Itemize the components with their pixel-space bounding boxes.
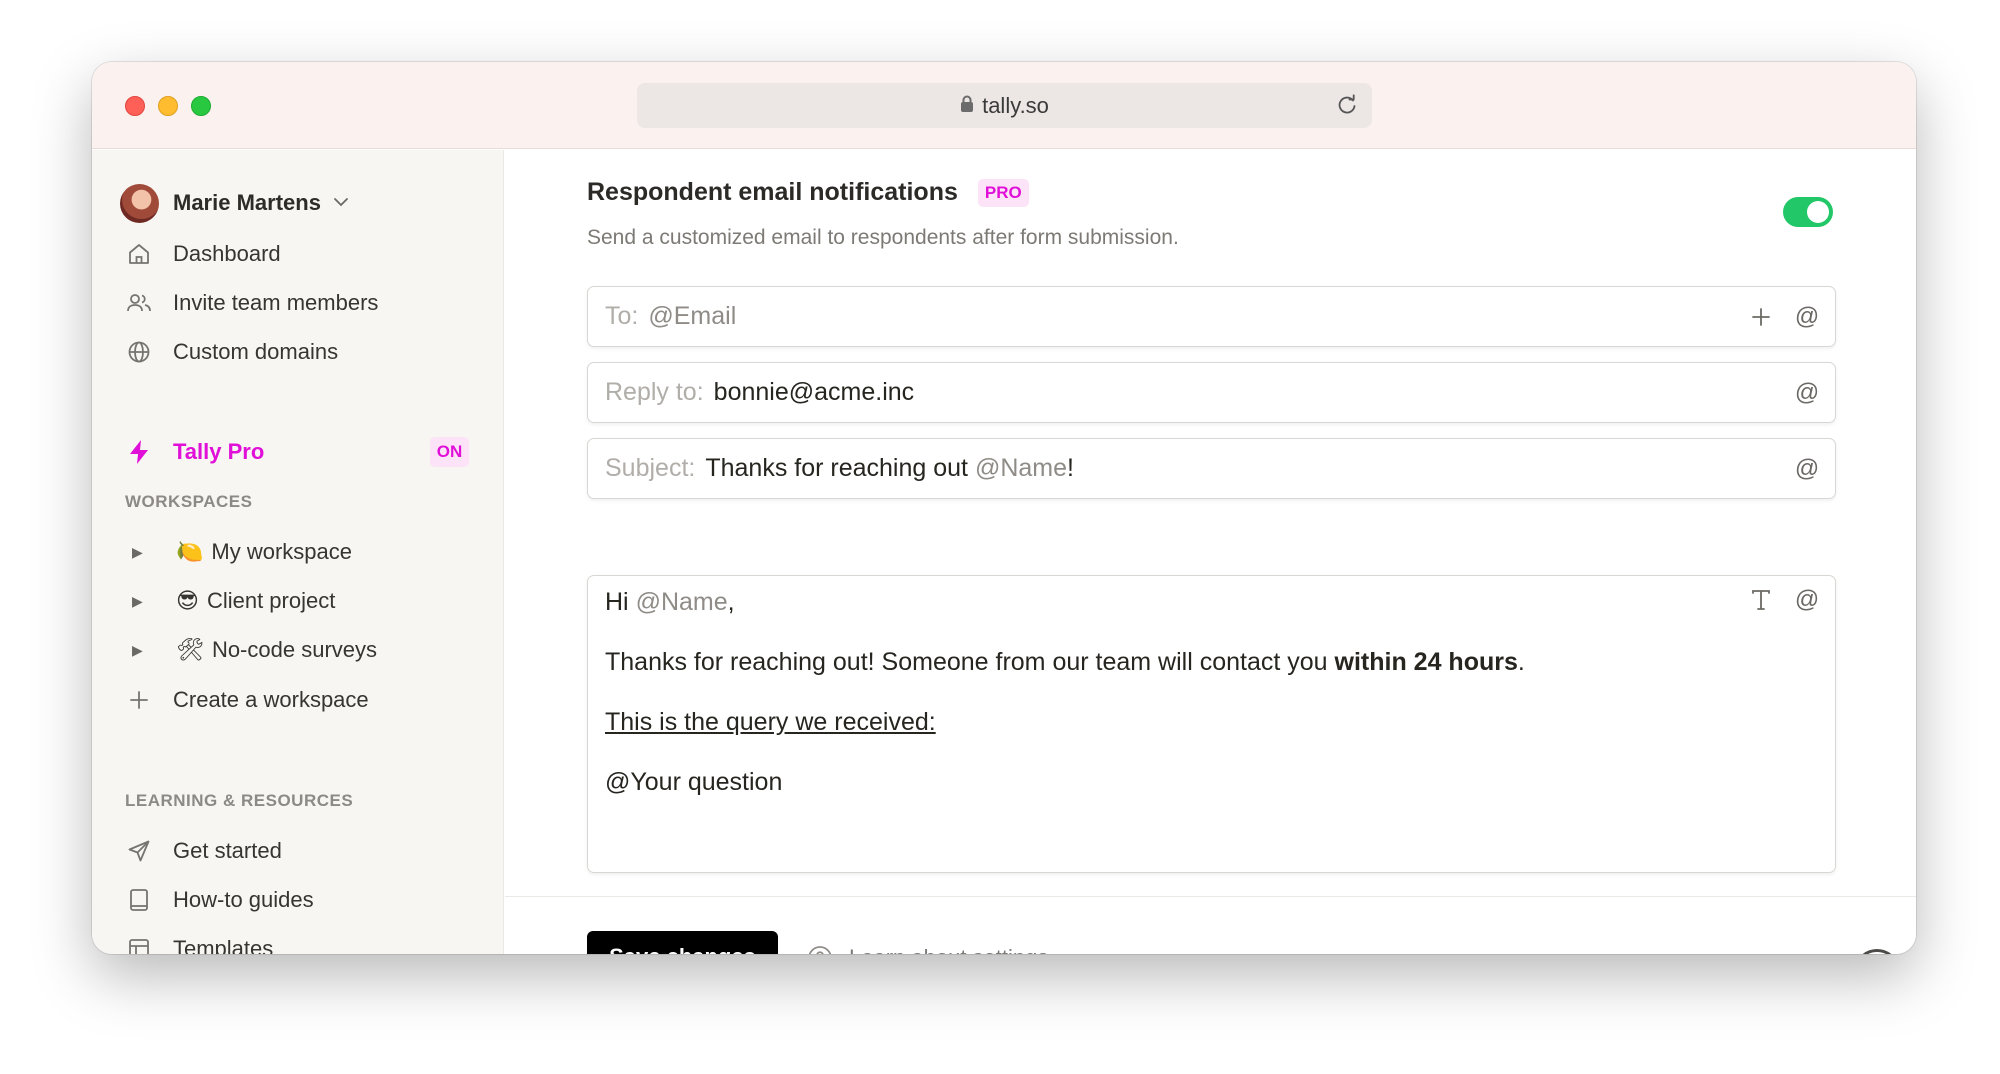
- mention-icon[interactable]: @: [1793, 586, 1821, 614]
- sidebar-item-guides[interactable]: How-to guides: [125, 882, 314, 918]
- body-greeting: Hi @Name,: [605, 588, 735, 617]
- text-format-icon[interactable]: [1747, 586, 1775, 614]
- sidebar: Marie Martens Dashboard Invite team memb…: [92, 150, 504, 954]
- sidebar-item-label: Get started: [173, 838, 282, 863]
- mention-icon[interactable]: @: [1793, 303, 1821, 331]
- chevron-down-icon: [333, 194, 349, 212]
- mention-icon[interactable]: @: [1793, 455, 1821, 483]
- maximize-window-button[interactable]: [191, 96, 211, 116]
- sidebar-item-invite[interactable]: Invite team members: [125, 285, 378, 321]
- titlebar: tally.so: [92, 62, 1916, 149]
- pro-badge: PRO: [977, 178, 1029, 207]
- save-button[interactable]: Save changes: [587, 931, 778, 954]
- settings-description: Send a customized email to respondents a…: [587, 226, 1179, 249]
- sidebar-item-domains[interactable]: Custom domains: [125, 334, 338, 370]
- body-line-1: Thanks for reaching out! Someone from ou…: [605, 648, 1525, 677]
- sidebar-item-label: Tally Pro: [173, 439, 265, 464]
- book-icon: [125, 886, 153, 914]
- help-circle-icon: [808, 946, 832, 954]
- minimize-window-button[interactable]: [158, 96, 178, 116]
- home-icon: [125, 240, 153, 268]
- to-label: To:: [605, 302, 639, 330]
- reply-to-field[interactable]: Reply to: bonnie@acme.inc @: [587, 362, 1836, 423]
- to-field[interactable]: To: @Email @: [587, 286, 1836, 347]
- line1-text: Thanks for reaching out! Someone from ou…: [605, 648, 1335, 676]
- reply-to-value: bonnie@acme.inc: [713, 378, 915, 406]
- tools-emoji: 🛠: [176, 637, 204, 662]
- greeting-suffix: ,: [727, 588, 735, 616]
- user-name: Marie Martens: [173, 190, 321, 215]
- subject-mention: @Name: [974, 454, 1068, 482]
- workspace-label: My workspace: [211, 539, 352, 564]
- sidebar-item-label: Dashboard: [173, 241, 281, 266]
- caret-right-icon[interactable]: ▶: [132, 593, 146, 610]
- email-body-editor[interactable]: Hi @Name, Thanks for reaching out! Someo…: [587, 575, 1836, 873]
- greeting-mention: @Name: [635, 588, 728, 616]
- learn-settings-link[interactable]: Learn about settings: [807, 943, 1048, 954]
- learn-settings-label: Learn about settings: [849, 945, 1048, 954]
- sidebar-item-get-started[interactable]: Get started: [125, 833, 282, 869]
- settings-panel: Respondent email notifications PRO Send …: [505, 150, 1916, 954]
- caret-right-icon[interactable]: ▶: [132, 544, 146, 561]
- reload-icon[interactable]: [1336, 94, 1358, 121]
- lock-icon: [960, 93, 982, 119]
- create-workspace-button[interactable]: Create a workspace: [125, 682, 369, 718]
- workspace-item[interactable]: ▶ 🍋 My workspace: [132, 534, 352, 570]
- browser-window: tally.so Marie Martens Dashboard Invite …: [92, 62, 1916, 954]
- send-icon: [125, 837, 153, 865]
- sidebar-item-label: How-to guides: [173, 887, 314, 912]
- line1-bold: within 24 hours: [1334, 648, 1518, 676]
- body-line-2: This is the query we received:: [605, 708, 936, 737]
- workspace-item[interactable]: ▶ 😎 Client project: [132, 583, 335, 619]
- status-badge: ON: [430, 437, 469, 467]
- lemon-emoji: 🍋: [176, 539, 204, 564]
- create-workspace-label: Create a workspace: [173, 687, 369, 712]
- mention-icon[interactable]: @: [1793, 379, 1821, 407]
- user-menu[interactable]: Marie Martens: [120, 183, 349, 223]
- plus-icon: [125, 686, 153, 714]
- sidebar-item-dashboard[interactable]: Dashboard: [125, 236, 281, 272]
- users-icon: [125, 289, 153, 317]
- body-line-3: @Your question: [605, 768, 783, 796]
- resources-heading: LEARNING & RESOURCES: [125, 791, 354, 810]
- subject-label: Subject:: [605, 454, 696, 482]
- workspace-label: Client project: [206, 588, 336, 613]
- workspace-item[interactable]: ▶ 🛠 No-code surveys: [132, 632, 377, 668]
- sidebar-item-label: Templates: [173, 936, 274, 954]
- footer-bar: Save changes Learn about settings ?: [505, 896, 1916, 954]
- template-icon: [125, 935, 153, 954]
- close-window-button[interactable]: [125, 96, 145, 116]
- help-button[interactable]: ?: [1854, 949, 1900, 954]
- notifications-toggle[interactable]: [1783, 197, 1833, 227]
- sidebar-item-tally-pro[interactable]: Tally Pro: [125, 434, 264, 470]
- page-title: Respondent email notifications: [587, 178, 958, 206]
- subject-suffix: !: [1067, 454, 1074, 482]
- toggle-knob: [1807, 201, 1829, 223]
- lightning-icon: [125, 438, 153, 466]
- sidebar-item-templates[interactable]: Templates: [125, 931, 273, 954]
- globe-icon: [125, 338, 153, 366]
- subject-text: Thanks for reaching out @Name!: [705, 454, 1074, 483]
- subject-text-start: Thanks for reaching out: [705, 454, 975, 482]
- plus-icon[interactable]: [1747, 303, 1775, 331]
- sidebar-item-label: Invite team members: [173, 290, 379, 315]
- address-bar[interactable]: tally.so: [637, 83, 1372, 128]
- sidebar-item-label: Custom domains: [173, 339, 339, 364]
- workspaces-heading: WORKSPACES: [125, 492, 253, 511]
- greeting-text: Hi: [605, 588, 636, 616]
- caret-right-icon[interactable]: ▶: [132, 642, 146, 659]
- subject-field[interactable]: Subject: Thanks for reaching out @Name! …: [587, 438, 1836, 499]
- workspace-label: No-code surveys: [211, 637, 378, 662]
- to-value: @Email: [648, 302, 737, 330]
- url-text: tally.so: [982, 92, 1049, 118]
- avatar: [120, 183, 159, 223]
- line1-suffix: .: [1517, 648, 1525, 676]
- settings-heading: Respondent email notifications PRO: [587, 178, 1029, 207]
- reply-to-label: Reply to:: [605, 378, 704, 406]
- sunglasses-emoji: 😎: [176, 588, 199, 613]
- line2-text: This is the query we received:: [605, 708, 936, 736]
